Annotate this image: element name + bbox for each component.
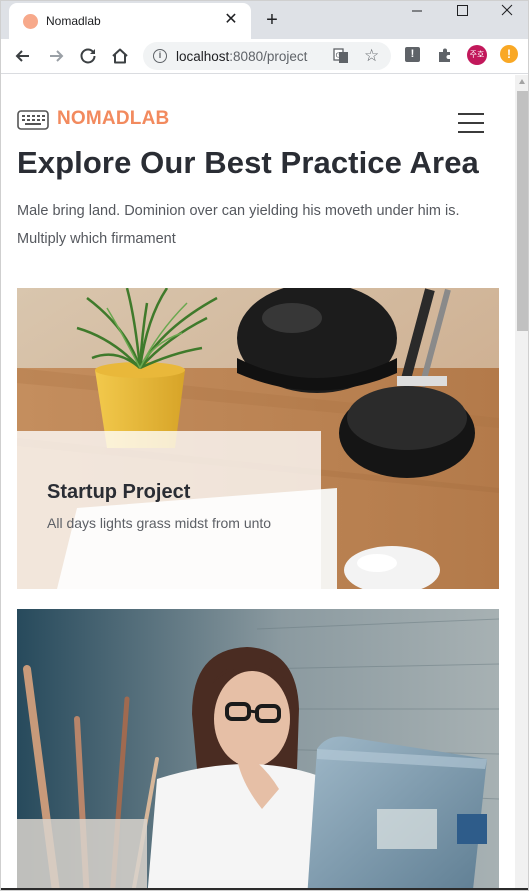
forward-arrow-icon[interactable] xyxy=(43,43,69,69)
project-card-caption: Startup Project All days lights grass mi… xyxy=(17,431,321,589)
menu-hamburger-icon[interactable] xyxy=(458,113,484,133)
project-card[interactable]: Startup Project All days lights grass mi… xyxy=(17,288,499,589)
tab-title: Nomadlab xyxy=(46,14,101,28)
project-description: All days lights grass midst from unto xyxy=(47,515,272,531)
page-scrollbar[interactable] xyxy=(515,75,528,889)
bookmark-star-icon[interactable]: ☆ xyxy=(364,46,379,66)
url-host: localhost xyxy=(176,49,230,64)
maximize-window-button[interactable] xyxy=(441,1,485,21)
url-path: :8080/project xyxy=(229,49,308,64)
reload-icon[interactable] xyxy=(75,43,101,69)
close-tab-icon[interactable]: ✕ xyxy=(221,10,241,30)
project-card-2[interactable] xyxy=(17,609,499,889)
brand-name: NOMADLAB xyxy=(57,108,170,129)
translate-icon[interactable]: G xyxy=(333,48,349,64)
scroll-up-arrow-icon[interactable] xyxy=(519,79,525,84)
project-title: Startup Project xyxy=(47,481,191,503)
page-viewport: NOMADLAB Explore Our Best Practice Area … xyxy=(1,75,515,889)
tab-strip: Nomadlab ✕ + xyxy=(1,1,528,39)
page-title: Explore Our Best Practice Area xyxy=(17,145,479,180)
browser-tab[interactable]: Nomadlab ✕ xyxy=(9,3,251,39)
project-photo-woman-laptop xyxy=(17,609,499,889)
close-window-button[interactable] xyxy=(485,1,528,21)
home-icon[interactable] xyxy=(107,43,133,69)
back-arrow-icon[interactable] xyxy=(10,43,36,69)
address-bar[interactable]: i localhost:8080/project G ☆ xyxy=(143,42,391,70)
chrome-update-icon[interactable]: ! xyxy=(500,45,518,63)
url-text[interactable]: localhost:8080/project xyxy=(176,49,307,64)
page-description: Male bring land. Dominion over can yield… xyxy=(17,203,460,247)
extensions-puzzle-icon[interactable] xyxy=(436,46,454,64)
favicon-icon xyxy=(23,14,38,29)
keyboard-icon xyxy=(17,110,49,130)
browser-window: Nomadlab ✕ + i localhost:8080/project G … xyxy=(0,0,529,891)
extension-icon[interactable]: ! xyxy=(405,47,420,62)
browser-toolbar: i localhost:8080/project G ☆ ! 주호 ! xyxy=(1,39,528,74)
new-tab-button[interactable]: + xyxy=(262,9,282,31)
site-info-icon[interactable]: i xyxy=(153,49,167,63)
profile-avatar[interactable]: 주호 xyxy=(467,45,487,65)
minimize-window-button[interactable] xyxy=(396,1,440,21)
svg-text:G: G xyxy=(336,52,341,60)
scrollbar-thumb[interactable] xyxy=(517,91,528,331)
